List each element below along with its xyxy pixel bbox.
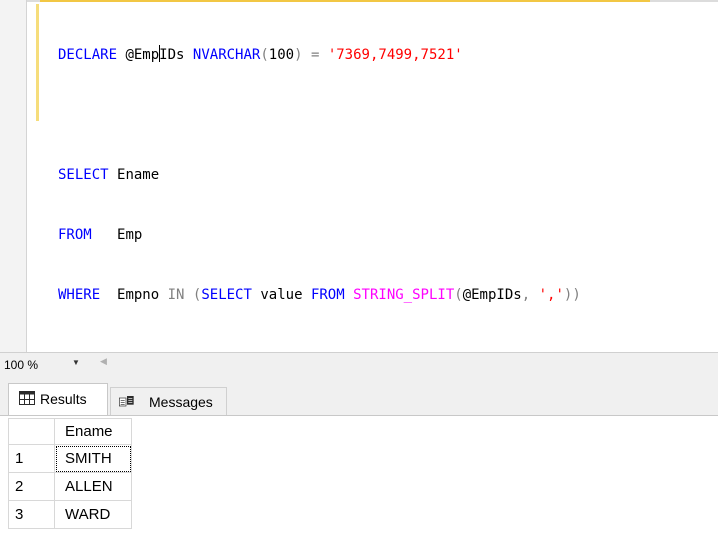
separator-literal: ',' xyxy=(538,287,564,303)
grid-cell-ename[interactable]: SMITH xyxy=(54,444,132,473)
table-row: 1 SMITH xyxy=(8,444,132,473)
sql-code[interactable]: DECLARE @EmpIDs NVARCHAR(100) = '7369,74… xyxy=(58,5,581,345)
grid-header-row: Ename xyxy=(8,418,132,445)
row-number[interactable]: 1 xyxy=(8,444,55,473)
results-tabs: Results Messages xyxy=(0,375,718,416)
results-grid-pane: Ename 1 SMITH 2 ALLEN 3 WARD xyxy=(0,415,718,539)
column-name: Ename xyxy=(117,167,160,183)
messages-icon xyxy=(119,396,134,407)
string-literal: '7369,7499,7521' xyxy=(327,47,463,63)
grid-cell-ename[interactable]: WARD xyxy=(54,500,132,529)
row-number-header[interactable] xyxy=(8,418,55,445)
table-row: 3 WARD xyxy=(8,500,132,529)
paren: ( xyxy=(454,287,463,303)
paren: ) xyxy=(294,47,303,63)
editor-tab-accent xyxy=(40,0,650,2)
tab-results[interactable]: Results xyxy=(8,383,108,416)
code-line-5: WHERE Empno IN ( SELECT value FROM STRING… xyxy=(58,285,581,305)
code-line-3: SELECT Ename xyxy=(58,165,581,185)
scroll-left-icon[interactable]: ◀ xyxy=(100,356,107,367)
tab-results-label: Results xyxy=(40,391,87,407)
grid-icon xyxy=(19,391,35,405)
row-number[interactable]: 3 xyxy=(8,500,55,529)
dropdown-arrow-icon[interactable]: ▼ xyxy=(72,358,80,367)
keyword-declare: DECLARE xyxy=(58,47,118,63)
comma: , xyxy=(521,287,531,303)
query-editor[interactable]: DECLARE @EmpIDs NVARCHAR(100) = '7369,74… xyxy=(0,0,718,352)
equals-operator: = xyxy=(310,47,320,63)
table-name: Emp xyxy=(117,227,143,243)
paren: ( xyxy=(260,47,269,63)
variable-part-a: @Emp xyxy=(125,47,160,63)
tab-messages[interactable]: Messages xyxy=(110,387,227,415)
keyword-from: FROM xyxy=(310,287,345,303)
results-grid: Ename 1 SMITH 2 ALLEN 3 WARD xyxy=(8,418,132,529)
zoom-value: 100 % xyxy=(4,358,39,372)
editor-top-strip xyxy=(0,0,718,2)
keyword-select: SELECT xyxy=(58,167,109,183)
zoom-bar: 100 % ▼ ◀ xyxy=(0,352,718,375)
grid-cell-ename[interactable]: ALLEN xyxy=(54,472,132,501)
code-line-4: FROM Emp xyxy=(58,225,581,245)
tab-messages-label: Messages xyxy=(149,394,213,410)
table-row: 2 ALLEN xyxy=(8,472,132,501)
column-header-ename[interactable]: Ename xyxy=(54,418,132,445)
editor-gutter xyxy=(0,0,27,352)
variable-part-b: IDs xyxy=(159,47,185,63)
keyword-where: WHERE xyxy=(58,287,101,303)
operator-in: IN xyxy=(167,287,185,303)
keyword-from: FROM xyxy=(58,227,92,243)
function-string-split: STRING_SPLIT xyxy=(353,287,455,303)
column-name: Empno xyxy=(117,287,160,303)
zoom-dropdown[interactable]: 100 % ▼ xyxy=(4,356,94,372)
type-size: 100 xyxy=(268,47,295,63)
row-number[interactable]: 2 xyxy=(8,472,55,501)
code-line-1: DECLARE @EmpIDs NVARCHAR(100) = '7369,74… xyxy=(58,45,581,65)
variable-ref: @EmpIDs xyxy=(462,287,522,303)
change-tracking-bar xyxy=(36,4,39,121)
column-value: value xyxy=(260,287,303,303)
keyword-select: SELECT xyxy=(201,287,252,303)
type-nvarchar: NVARCHAR xyxy=(192,47,261,63)
paren: ) xyxy=(572,287,581,303)
